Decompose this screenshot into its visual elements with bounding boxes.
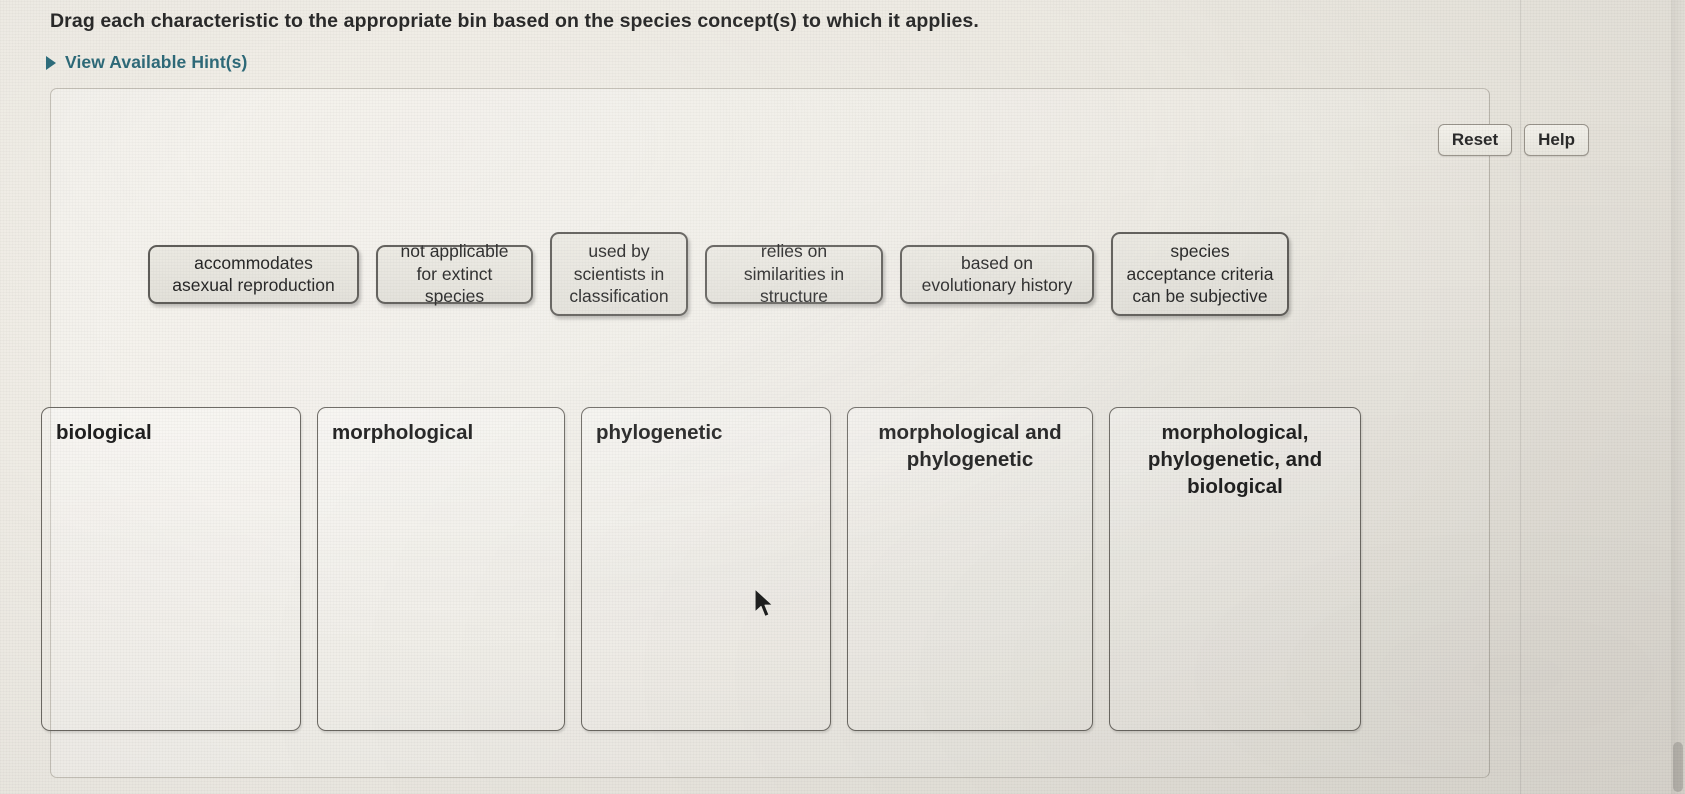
help-button[interactable]: Help [1524, 124, 1589, 157]
drop-bin-phylogenetic[interactable]: phylogenetic [581, 407, 831, 731]
draggable-tile[interactable]: based on evolutionary history [900, 244, 1094, 304]
view-available-hints-label: View Available Hint(s) [65, 52, 248, 72]
draggable-tile[interactable]: species acceptance criteria can be subje… [1111, 232, 1289, 316]
draggable-tile[interactable]: used by scientists in classification [550, 232, 688, 316]
draggable-tile[interactable]: accommodates asexual reproduction [148, 244, 359, 304]
bin-title: morphological and phylogenetic [878, 421, 1062, 472]
bin-title: morphological [332, 421, 474, 444]
reset-button[interactable]: Reset [1437, 124, 1513, 157]
triangle-right-icon [46, 56, 56, 70]
drop-bin-morphological-and-phylogenetic[interactable]: morphological and phylogenetic [847, 407, 1093, 731]
page-title: Drag each characteristic to the appropri… [50, 10, 979, 32]
drop-bin-morphological[interactable]: morphological [317, 407, 565, 731]
bin-row: biological morphological phylogenetic mo… [41, 407, 1361, 731]
scrollbar-thumb[interactable] [1673, 742, 1683, 792]
bin-title: phylogenetic [596, 421, 723, 444]
bin-title: morphological, phylogenetic, and biologi… [1147, 421, 1323, 499]
draggable-tile[interactable]: not applicable for extinct species [376, 241, 533, 306]
drop-bin-morphological-phylogenetic-and-biological[interactable]: morphological, phylogenetic, and biologi… [1109, 407, 1361, 731]
draggable-tile[interactable]: relies on similarities in structure [705, 241, 883, 306]
view-available-hints-toggle[interactable]: View Available Hint(s) [46, 52, 247, 73]
content-edge-divider [1520, 0, 1521, 794]
characteristic-tile-tray: accommodates asexual reproduction not ap… [148, 232, 1289, 316]
question-page: Drag each characteristic to the appropri… [0, 0, 1685, 794]
toolbar: Reset Help [1437, 124, 1589, 157]
bin-title: biological [56, 421, 152, 444]
vertical-scrollbar[interactable] [1671, 0, 1685, 794]
drop-bin-biological[interactable]: biological [41, 407, 301, 731]
